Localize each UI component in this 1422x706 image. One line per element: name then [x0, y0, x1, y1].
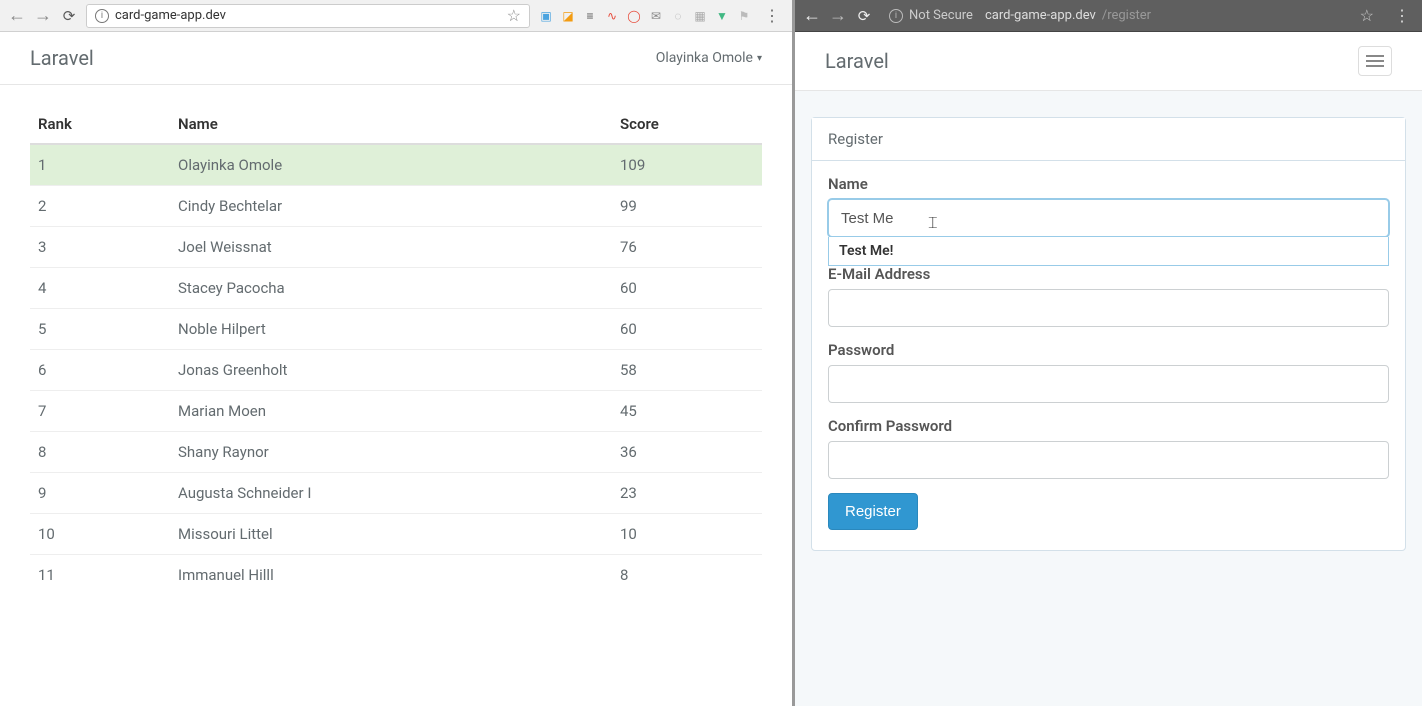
ext-icon[interactable]: ✉ — [648, 8, 664, 24]
table-row: 7Marian Moen45 — [30, 391, 762, 432]
caret-down-icon: ▾ — [757, 53, 762, 64]
cell-score: 10 — [612, 514, 762, 555]
cell-rank: 3 — [30, 227, 170, 268]
cell-score: 109 — [612, 144, 762, 186]
cell-name: Missouri Littel — [170, 514, 612, 555]
star-icon[interactable]: ☆ — [1360, 6, 1374, 25]
name-label: Name — [828, 175, 1389, 193]
cell-score: 23 — [612, 473, 762, 514]
ext-icon[interactable]: ▼ — [714, 8, 730, 24]
reload-icon[interactable]: ⟳ — [855, 7, 873, 25]
cell-rank: 1 — [30, 144, 170, 186]
table-row: 5Noble Hilpert60 — [30, 309, 762, 350]
email-input[interactable] — [828, 289, 1389, 327]
not-secure-label: Not Secure — [909, 8, 973, 23]
cell-rank: 5 — [30, 309, 170, 350]
table-row: 10Missouri Littel10 — [30, 514, 762, 555]
cell-rank: 8 — [30, 432, 170, 473]
col-rank: Rank — [30, 105, 170, 144]
browser-menu-icon[interactable]: ⋮ — [760, 6, 784, 25]
table-row: 2Cindy Bechtelar99 — [30, 186, 762, 227]
reload-icon[interactable]: ⟳ — [60, 7, 78, 25]
right-address-bar[interactable]: i Not Secure card-game-app.dev/register … — [881, 4, 1382, 28]
register-button[interactable]: Register — [828, 493, 918, 530]
confirm-password-input[interactable] — [828, 441, 1389, 479]
cell-rank: 10 — [30, 514, 170, 555]
password-input[interactable] — [828, 365, 1389, 403]
left-url: card-game-app.dev — [115, 8, 226, 23]
ext-icon[interactable]: ◌ — [670, 8, 686, 24]
cell-name: Stacey Pacocha — [170, 268, 612, 309]
cell-rank: 9 — [30, 473, 170, 514]
info-icon[interactable]: i — [889, 9, 903, 23]
cell-rank: 7 — [30, 391, 170, 432]
info-icon[interactable]: i — [95, 9, 109, 23]
cell-name: Shany Raynor — [170, 432, 612, 473]
cell-score: 60 — [612, 309, 762, 350]
back-icon[interactable]: ← — [8, 5, 26, 26]
ext-icon[interactable]: ▦ — [692, 8, 708, 24]
cell-score: 99 — [612, 186, 762, 227]
table-row: 3Joel Weissnat76 — [30, 227, 762, 268]
extension-icons: ▣ ◪ ≡ ∿ ◯ ✉ ◌ ▦ ▼ ⚑ — [538, 8, 752, 24]
cell-score: 45 — [612, 391, 762, 432]
autocomplete-suggestion[interactable]: Test Me! — [828, 237, 1389, 266]
cell-score: 58 — [612, 350, 762, 391]
star-icon[interactable]: ☆ — [507, 6, 521, 25]
cell-name: Joel Weissnat — [170, 227, 612, 268]
ext-icon[interactable]: ∿ — [604, 8, 620, 24]
hamburger-icon[interactable] — [1358, 46, 1392, 76]
cell-name: Jonas Greenholt — [170, 350, 612, 391]
ext-icon[interactable]: ⚑ — [736, 8, 752, 24]
table-row: 8Shany Raynor36 — [30, 432, 762, 473]
user-dropdown[interactable]: Olayinka Omole ▾ — [656, 50, 762, 66]
ext-icon[interactable]: ◪ — [560, 8, 576, 24]
brand[interactable]: Laravel — [825, 49, 889, 73]
ext-icon[interactable]: ◯ — [626, 8, 642, 24]
table-row: 6Jonas Greenholt58 — [30, 350, 762, 391]
left-navbar: Laravel Olayinka Omole ▾ — [0, 32, 792, 85]
cell-name: Noble Hilpert — [170, 309, 612, 350]
cell-name: Olayinka Omole — [170, 144, 612, 186]
ext-icon[interactable]: ▣ — [538, 8, 554, 24]
cell-rank: 6 — [30, 350, 170, 391]
forward-icon[interactable]: → — [34, 5, 52, 26]
user-name: Olayinka Omole — [656, 50, 753, 66]
col-name: Name — [170, 105, 612, 144]
leaderboard-table: Rank Name Score 1Olayinka Omole1092Cindy… — [30, 105, 762, 595]
left-address-bar[interactable]: i card-game-app.dev ☆ — [86, 4, 530, 28]
cell-name: Immanuel Hilll — [170, 555, 612, 596]
cell-name: Cindy Bechtelar — [170, 186, 612, 227]
right-browser-chrome: ← → ⟳ i Not Secure card-game-app.dev/reg… — [795, 0, 1422, 32]
table-row: 1Olayinka Omole109 — [30, 144, 762, 186]
left-browser-chrome: ← → ⟳ i card-game-app.dev ☆ ▣ ◪ ≡ ∿ ◯ ✉ … — [0, 0, 792, 32]
cell-score: 36 — [612, 432, 762, 473]
right-navbar: Laravel — [795, 32, 1422, 91]
confirm-password-label: Confirm Password — [828, 417, 1389, 435]
password-label: Password — [828, 341, 1389, 359]
right-url-host: card-game-app.dev — [985, 8, 1096, 23]
back-icon[interactable]: ← — [803, 5, 821, 26]
ext-icon[interactable]: ≡ — [582, 8, 598, 24]
browser-menu-icon[interactable]: ⋮ — [1390, 6, 1414, 25]
table-row: 4Stacey Pacocha60 — [30, 268, 762, 309]
cell-name: Augusta Schneider I — [170, 473, 612, 514]
table-row: 11Immanuel Hilll8 — [30, 555, 762, 596]
cell-rank: 11 — [30, 555, 170, 596]
brand[interactable]: Laravel — [30, 46, 94, 70]
table-row: 9Augusta Schneider I23 — [30, 473, 762, 514]
cell-name: Marian Moen — [170, 391, 612, 432]
forward-icon[interactable]: → — [829, 5, 847, 26]
cell-rank: 4 — [30, 268, 170, 309]
cell-score: 8 — [612, 555, 762, 596]
email-label: E-Mail Address — [828, 265, 1389, 283]
panel-title: Register — [812, 118, 1405, 161]
col-score: Score — [612, 105, 762, 144]
cell-rank: 2 — [30, 186, 170, 227]
cell-score: 76 — [612, 227, 762, 268]
name-input[interactable] — [828, 199, 1389, 237]
cell-score: 60 — [612, 268, 762, 309]
right-url-path: /register — [1102, 8, 1151, 23]
register-panel: Register Name ⌶ Test Me! E-Mail Address … — [811, 117, 1406, 551]
